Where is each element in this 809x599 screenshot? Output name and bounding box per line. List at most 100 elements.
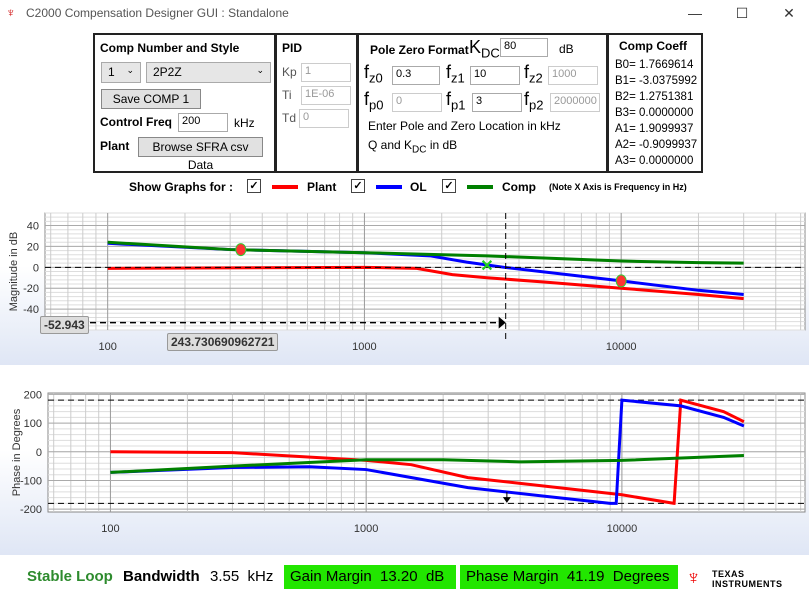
minimize-button[interactable]: — bbox=[680, 2, 710, 24]
plant-legend-label: Plant bbox=[307, 180, 337, 194]
y-tick-label: 100 bbox=[24, 418, 42, 430]
kdc-label: KDC bbox=[469, 37, 500, 61]
stable-loop-status: Stable Loop bbox=[27, 568, 113, 585]
pz-heading: Pole Zero Format bbox=[370, 43, 469, 57]
pid-heading: PID bbox=[282, 41, 303, 55]
comp-style-value: 2P2Z bbox=[153, 65, 182, 79]
phase-margin-box: Phase Margin 41.19 Degrees bbox=[460, 565, 678, 589]
kdc-unit: dB bbox=[559, 42, 574, 56]
coeff-a2: A2= -0.9099937 bbox=[615, 139, 698, 151]
control-freq-input[interactable]: 200 bbox=[178, 113, 228, 132]
bandwidth-label: Bandwidth bbox=[123, 568, 200, 585]
y-axis-label: Magnitude in dB bbox=[8, 232, 20, 312]
control-freq-unit: kHz bbox=[234, 116, 255, 130]
cursor-x-readout: 243.730690962721 bbox=[167, 333, 279, 351]
x-axis-note: (Note X Axis is Frequency in Hz) bbox=[549, 182, 687, 192]
coeff-b2: B2= 1.2751381 bbox=[615, 91, 694, 103]
plant-label: Plant bbox=[100, 139, 130, 153]
marker-x: ✕ bbox=[480, 258, 493, 275]
comp-coeff-panel: Comp Coeff B0= 1.7669614 B1= -3.0375992 … bbox=[607, 33, 703, 173]
pz-note-khz: Enter Pole and Zero Location in kHz bbox=[368, 119, 561, 133]
pid-panel: PID Kp 1 Ti 1E-06 Td 0 bbox=[275, 33, 358, 173]
y-tick-label: 20 bbox=[27, 241, 39, 253]
fp0-label: fp0 bbox=[364, 89, 384, 113]
x-tick-label: 100 bbox=[98, 341, 116, 353]
fp2-label: fp2 bbox=[524, 89, 544, 113]
chevron-down-icon: ⌄ bbox=[256, 65, 264, 75]
title-bar: ♆ C2000 Compensation Designer GUI : Stan… bbox=[0, 0, 809, 28]
fp1-input[interactable]: 3 bbox=[472, 93, 522, 112]
ol-legend-line bbox=[376, 185, 402, 189]
save-comp-button[interactable]: Save COMP 1 bbox=[101, 89, 201, 109]
marker-dot bbox=[615, 274, 627, 288]
gain-margin-box: Gain Margin 13.20 dB bbox=[284, 565, 456, 589]
fp0-input[interactable]: 0 bbox=[392, 93, 442, 112]
fz2-input[interactable]: 1000 bbox=[548, 66, 598, 85]
y-tick-label: -100 bbox=[20, 475, 42, 487]
magnitude-chart[interactable]: 40 20 0 -20 -40 100 1000 10000 Magnitude in dB ✕ bbox=[0, 200, 809, 365]
pole-zero-panel: Pole Zero Format KDC 80 dB fz0 0.3 fz1 1… bbox=[357, 33, 608, 173]
comp-checkbox[interactable]: ✓ bbox=[442, 179, 456, 193]
maximize-button[interactable]: ☐ bbox=[727, 2, 757, 24]
fz0-label: fz0 bbox=[364, 62, 383, 86]
kp-label: Kp bbox=[282, 65, 297, 79]
y-tick-label: -40 bbox=[23, 304, 39, 316]
x-tick-label: 100 bbox=[101, 523, 119, 535]
x-tick-label: 1000 bbox=[352, 341, 376, 353]
fz1-label: fz1 bbox=[446, 62, 465, 86]
phase-chart[interactable]: 2001000-100-200100 1000 10000Phase in Degr… bbox=[0, 380, 809, 550]
x-tick-label: 10000 bbox=[606, 341, 637, 353]
cursor-y-readout: -52.943 bbox=[40, 316, 89, 334]
pz-note-db: Q and KDC in dB bbox=[368, 138, 458, 156]
y-tick-label: 200 bbox=[24, 389, 42, 401]
ti-logo-icon: ♆ bbox=[686, 567, 701, 589]
y-tick-label: -20 bbox=[23, 283, 39, 295]
ti-input[interactable]: 1E-06 bbox=[301, 86, 351, 105]
y-tick-label: 0 bbox=[36, 447, 42, 459]
kp-input[interactable]: 1 bbox=[301, 63, 351, 82]
bandwidth-value: 3.55 kHz bbox=[210, 568, 274, 585]
ti-logo-icon: ♆ bbox=[6, 5, 16, 20]
comp-heading: Comp Number and Style bbox=[100, 41, 240, 55]
kdc-input[interactable]: 80 bbox=[500, 38, 548, 57]
comp-style-select[interactable]: 2P2Z ⌄ bbox=[146, 62, 271, 83]
comp-legend-line bbox=[467, 185, 493, 189]
ol-checkbox[interactable]: ✓ bbox=[351, 179, 365, 193]
coeff-b3: B3= 0.0000000 bbox=[615, 107, 694, 119]
fp1-label: fp1 bbox=[446, 89, 466, 113]
comp-legend-label: Comp bbox=[502, 180, 536, 194]
marker-dot bbox=[235, 243, 247, 257]
fp2-input[interactable]: 2000000 bbox=[550, 93, 600, 112]
chevron-down-icon: ⌄ bbox=[126, 65, 134, 75]
browse-sfra-button[interactable]: Browse SFRA csv Data bbox=[138, 137, 263, 172]
close-button[interactable]: ✕ bbox=[774, 2, 804, 24]
plant-checkbox[interactable]: ✓ bbox=[247, 179, 261, 193]
coeff-heading: Comp Coeff bbox=[619, 39, 687, 53]
y-axis-label: Phase in Degrees bbox=[11, 408, 23, 496]
coeff-a3: A3= 0.0000000 bbox=[615, 155, 694, 167]
x-tick-label: 1000 bbox=[354, 523, 378, 535]
td-label: Td bbox=[282, 111, 297, 125]
fz2-label: fz2 bbox=[524, 62, 543, 86]
control-freq-label: Control Freq bbox=[100, 115, 172, 129]
comp-number-value: 1 bbox=[108, 65, 115, 79]
graph-toggles: Show Graphs for : ✓ Plant ✓ OL ✓ Comp (N… bbox=[0, 178, 809, 196]
texas-instruments-logo: ♆ TEXAS INSTRUMENTS bbox=[686, 567, 783, 589]
coeff-b0: B0= 1.7669614 bbox=[615, 59, 694, 71]
x-tick-label: 10000 bbox=[607, 523, 638, 535]
td-input[interactable]: 0 bbox=[299, 109, 349, 128]
coeff-a1: A1= 1.9099937 bbox=[615, 123, 694, 135]
window-title: C2000 Compensation Designer GUI : Standa… bbox=[26, 6, 289, 20]
comp-panel: Comp Number and Style 1 ⌄ 2P2Z ⌄ Save COMP… bbox=[93, 33, 276, 173]
fz0-input[interactable]: 0.3 bbox=[392, 66, 440, 85]
y-tick-label: 0 bbox=[33, 262, 39, 274]
y-tick-label: -200 bbox=[20, 504, 42, 516]
y-tick-label: 40 bbox=[27, 221, 39, 233]
comp-number-select[interactable]: 1 ⌄ bbox=[101, 62, 141, 83]
coeff-b1: B1= -3.0375992 bbox=[615, 75, 698, 87]
coeff-list: B0= 1.7669614 B1= -3.0375992 B2= 1.27513… bbox=[615, 57, 697, 169]
ol-legend-label: OL bbox=[410, 180, 427, 194]
ti-label: Ti bbox=[282, 88, 292, 102]
fz1-input[interactable]: 10 bbox=[470, 66, 520, 85]
show-graphs-label: Show Graphs for : bbox=[129, 180, 234, 194]
